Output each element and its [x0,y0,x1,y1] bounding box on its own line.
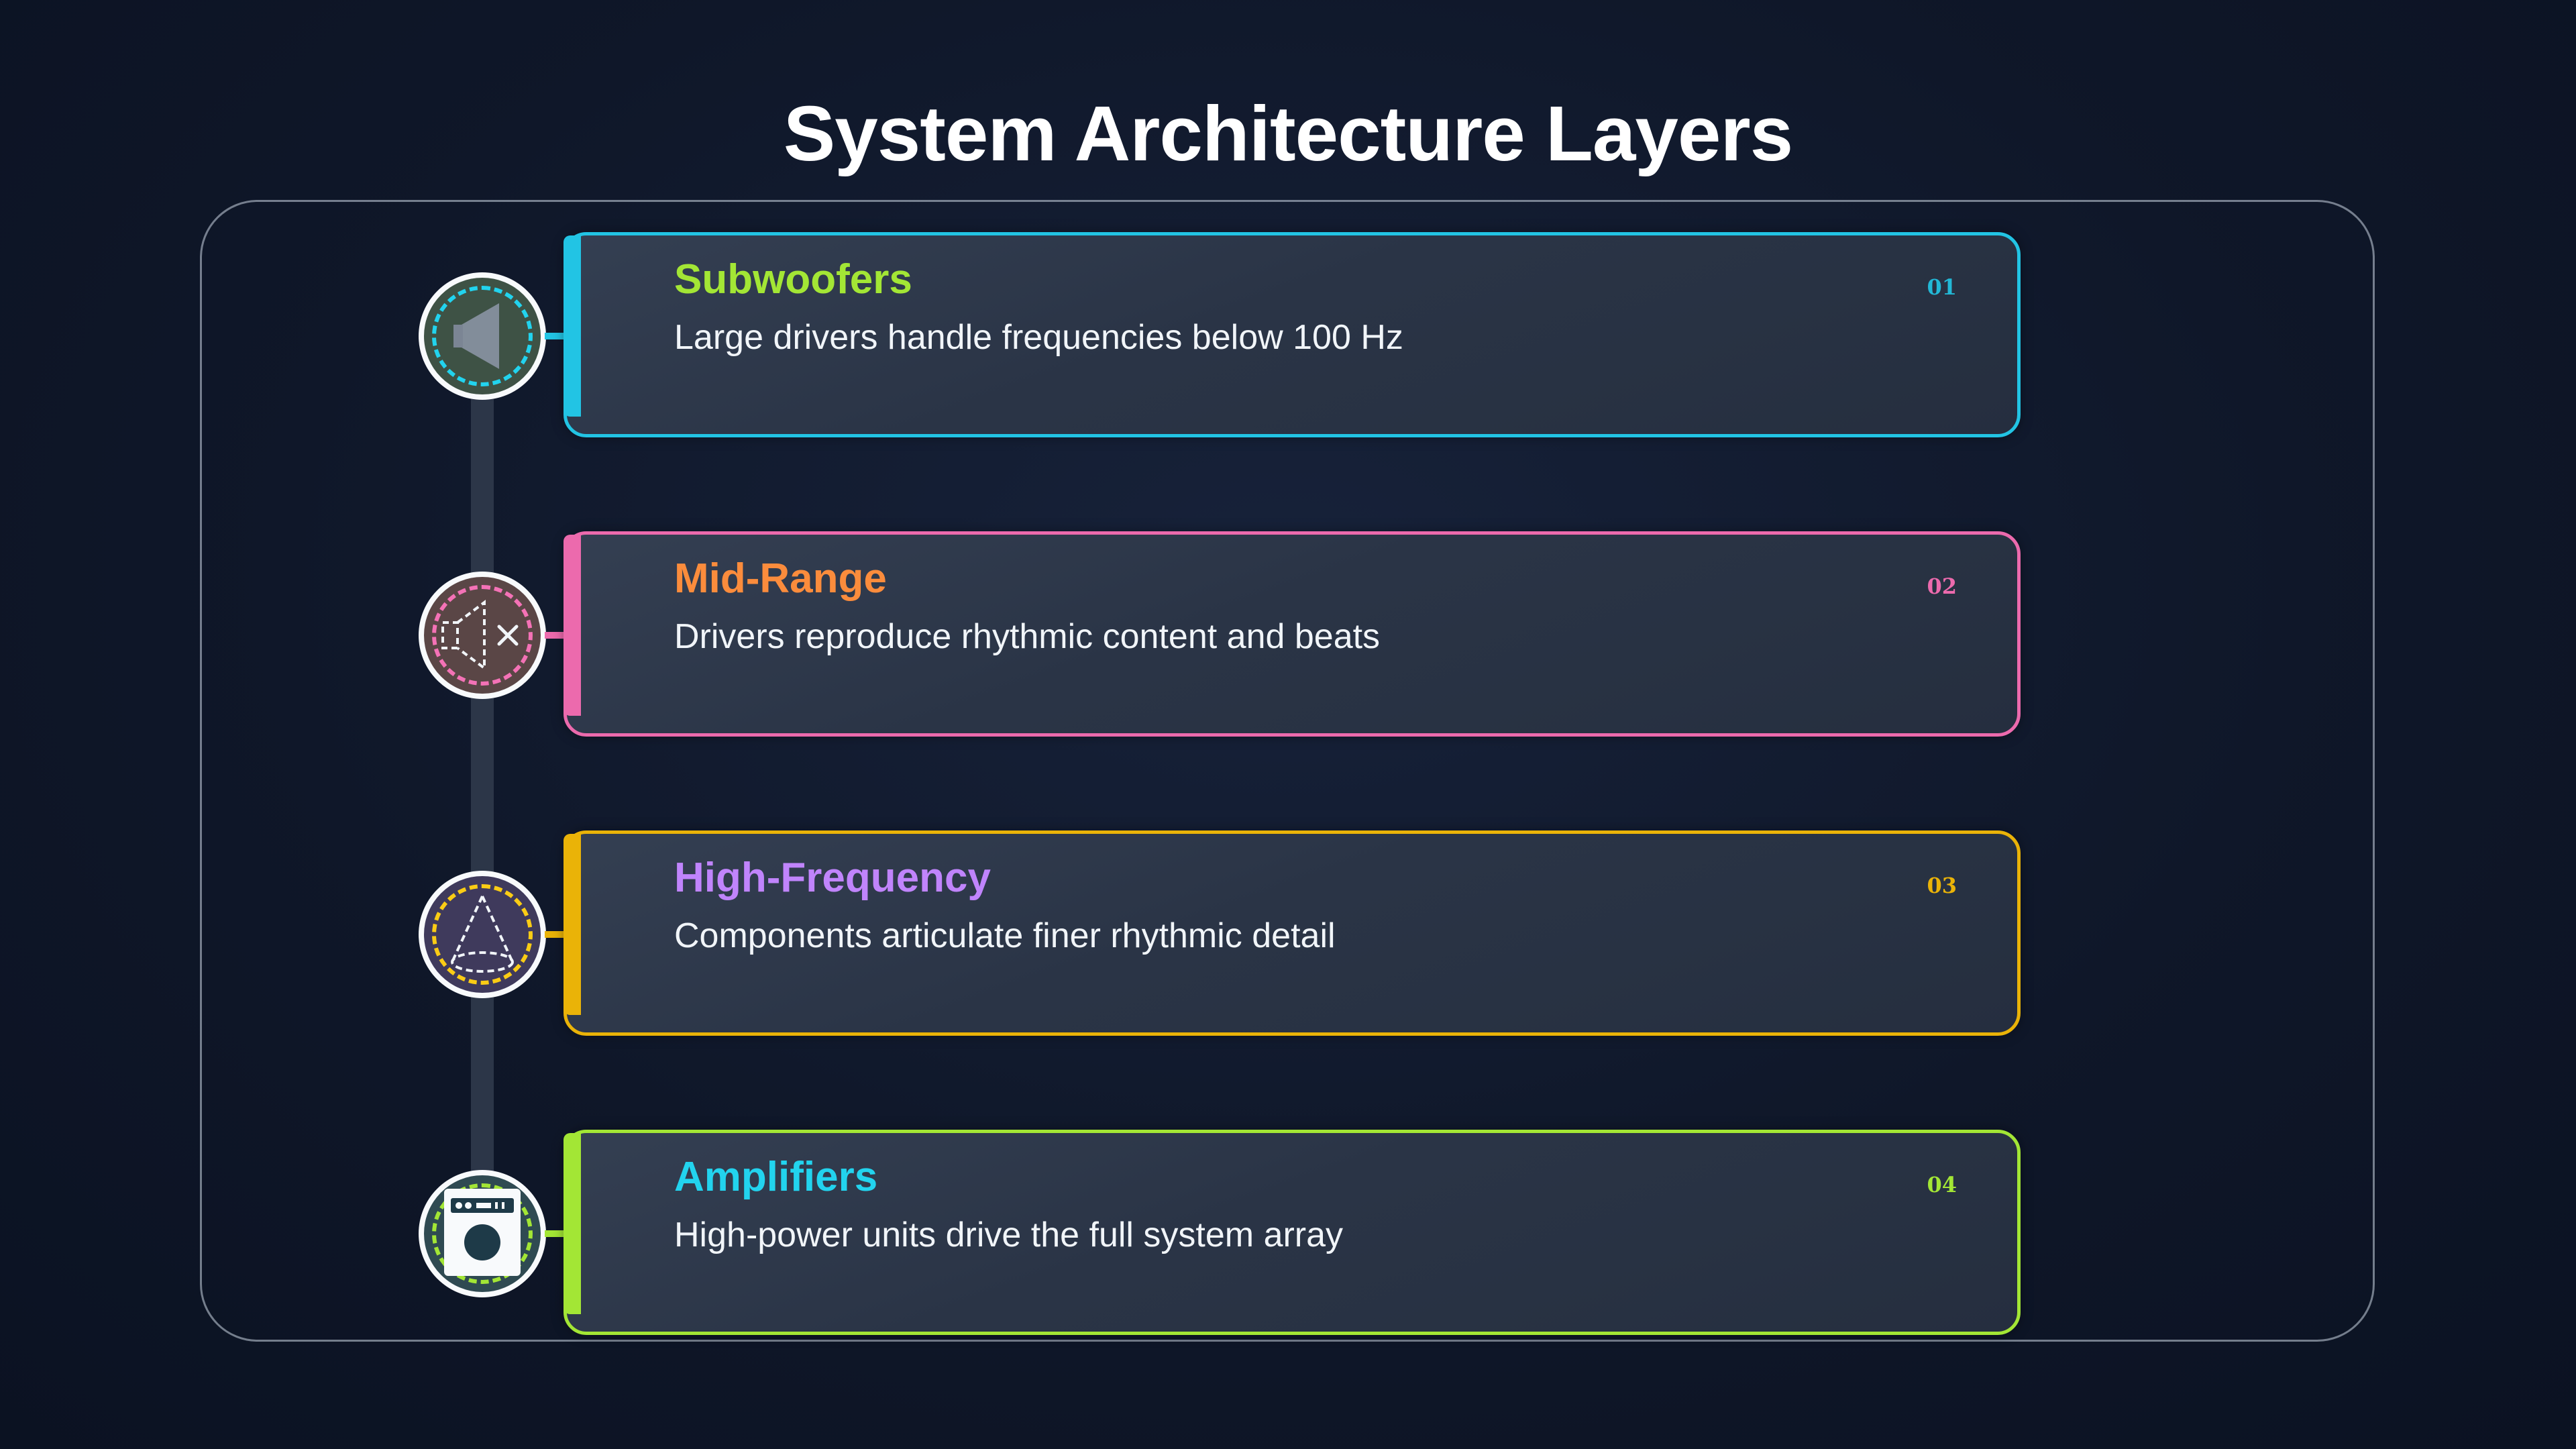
page-title: System Architecture Layers [783,90,1793,177]
layer-card: Mid-Range Drivers reproduce rhythmic con… [564,531,2021,737]
card-accent-bar [564,1133,581,1314]
node-background [424,278,541,394]
layer-number: 01 [1927,274,1957,300]
tweeter-cone-icon [451,896,514,973]
layer-number: 02 [1927,574,1957,599]
node-connector [545,931,565,938]
node-background [424,876,541,993]
layer-row-amplifiers: Amplifiers High-power units drive the fu… [0,1130,2576,1338]
speaker-mute-icon [441,600,519,671]
layer-description: Components articulate finer rhythmic det… [674,916,1336,955]
node-background [424,1175,541,1292]
node-connector [545,333,565,339]
node-background [424,577,541,694]
layer-node [419,871,546,998]
layer-row-subwoofers: Subwoofers Large drivers handle frequenc… [0,232,2576,440]
timeline-spine [471,322,494,1221]
layer-number: 04 [1927,1172,1957,1197]
layer-card: High-Frequency Components articulate fin… [564,830,2021,1036]
layer-card: Subwoofers Large drivers handle frequenc… [564,232,2021,437]
layer-description: High-power units drive the full system a… [674,1216,1344,1254]
layer-title: Subwoofers [674,256,912,303]
layer-node [419,572,546,699]
layer-title: High-Frequency [674,855,991,901]
node-connector [545,632,565,639]
layer-title: Mid-Range [674,555,887,602]
layer-number: 03 [1927,873,1957,898]
amplifier-icon [444,1189,521,1276]
card-accent-bar [564,834,581,1015]
layer-node [419,272,546,400]
diagram-page: System Architecture Layers Subwoofers La… [0,0,2576,1449]
layer-description: Drivers reproduce rhythmic content and b… [674,617,1381,656]
card-accent-bar [564,235,581,417]
layer-node [419,1170,546,1297]
node-connector [545,1230,565,1237]
layer-card: Amplifiers High-power units drive the fu… [564,1130,2021,1335]
subwoofer-speaker-icon [453,303,499,369]
card-accent-bar [564,535,581,716]
layer-description: Large drivers handle frequencies below 1… [674,318,1403,357]
layer-row-mid-range: Mid-Range Drivers reproduce rhythmic con… [0,531,2576,739]
layer-row-high-frequency: High-Frequency Components articulate fin… [0,830,2576,1038]
layer-title: Amplifiers [674,1154,878,1200]
